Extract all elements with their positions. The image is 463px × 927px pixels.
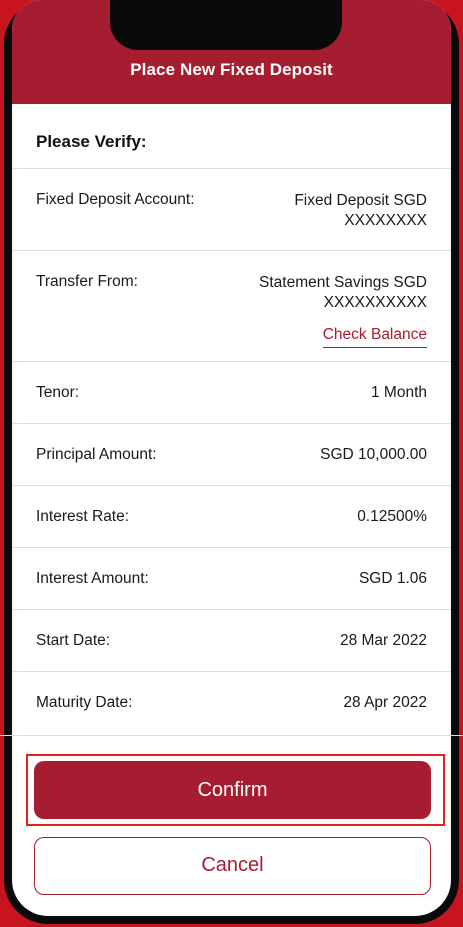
cancel-button[interactable]: Cancel (34, 837, 431, 895)
detail-label: Start Date: (36, 631, 111, 649)
check-balance-link[interactable]: Check Balance (322, 325, 427, 348)
detail-value: Statement Savings SGD (259, 274, 427, 291)
detail-label: Interest Amount: (36, 569, 149, 587)
detail-value: 1 Month (370, 383, 427, 401)
detail-row-interest-rate: Interest Rate: 0.12500% (12, 485, 451, 547)
footer-divider (0, 735, 463, 736)
detail-value: Fixed Deposit SGD (294, 192, 427, 209)
detail-row-fixed-deposit-account: Fixed Deposit Account: Fixed Deposit SGD… (12, 168, 451, 250)
detail-value: SGD 10,000.00 (320, 445, 427, 463)
detail-label: Interest Rate: (36, 507, 130, 525)
detail-row-interest-amount: Interest Amount: SGD 1.06 (12, 547, 451, 609)
detail-label: Maturity Date: (36, 693, 133, 711)
details-list: Fixed Deposit Account: Fixed Deposit SGD… (12, 168, 451, 733)
confirm-button[interactable]: Confirm (34, 761, 431, 819)
detail-row-principal-amount: Principal Amount: SGD 10,000.00 (12, 423, 451, 485)
detail-value: 28 Apr 2022 (343, 693, 427, 711)
detail-label: Tenor: (36, 383, 80, 401)
detail-value: SGD 1.06 (358, 569, 427, 587)
detail-value: 28 Mar 2022 (339, 631, 427, 649)
page-title: Place New Fixed Deposit (130, 60, 333, 79)
detail-label: Principal Amount: (36, 445, 157, 463)
detail-row-tenor: Tenor: 1 Month (12, 361, 451, 423)
account-number: XXXXXXXX (344, 212, 427, 229)
detail-row-transfer-from: Transfer From: Statement Savings SGD XXX… (12, 250, 451, 361)
detail-label: Fixed Deposit Account: (36, 191, 195, 208)
account-number: XXXXXXXXXX (323, 294, 427, 311)
detail-row-start-date: Start Date: 28 Mar 2022 (12, 609, 451, 671)
detail-value: 0.12500% (357, 507, 427, 525)
detail-row-maturity-date: Maturity Date: 28 Apr 2022 (12, 671, 451, 733)
verify-heading: Please Verify: (36, 132, 147, 151)
device-notch (110, 0, 342, 50)
detail-label: Transfer From: (36, 273, 138, 290)
